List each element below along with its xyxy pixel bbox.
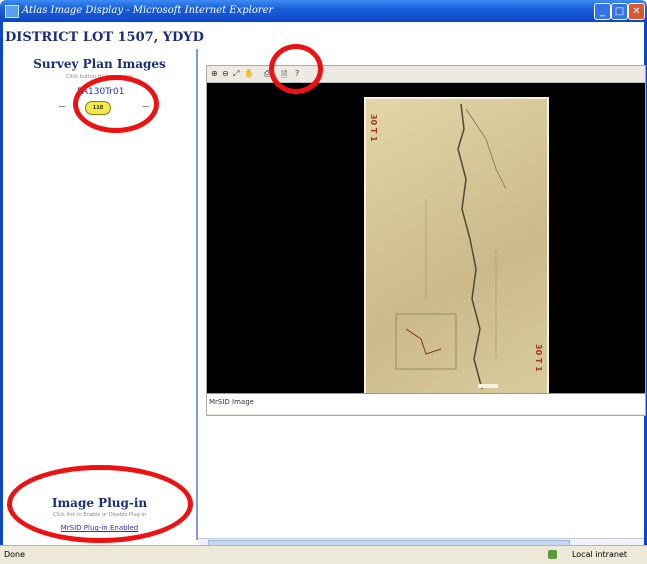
viewer-status-label: MrSID Image (209, 398, 254, 406)
image-viewer: ⊕ ⊖ ⤢ ✋ ⎙ 🗎 ? 30 T 1 30 T 1 MrSID Image (206, 65, 646, 416)
zoom-out-icon[interactable]: ⊖ (222, 69, 229, 78)
highlight-circle (7, 465, 193, 543)
image-canvas[interactable]: 30 T 1 30 T 1 (207, 83, 645, 396)
page-title: DISTRICT LOT 1507, YDYD (5, 30, 204, 45)
highlight-circle (73, 75, 159, 133)
page-header: DISTRICT LOT 1507, YDYD (3, 22, 644, 50)
ie-app-icon (5, 5, 19, 18)
map-label: 30 T 1 (534, 344, 543, 372)
survey-plan-image: 30 T 1 30 T 1 (364, 97, 549, 396)
left-pane: Survey Plan Images Click button to view … (3, 49, 198, 543)
survey-plan-title: Survey Plan Images (33, 57, 166, 71)
window-titlebar: Atlas Image Display - Microsoft Internet… (0, 0, 647, 22)
window-title: Atlas Image Display - Microsoft Internet… (22, 5, 274, 16)
zoom-in-icon[interactable]: ⊕ (211, 69, 218, 78)
status-zone: Local intranet (571, 550, 627, 559)
close-button[interactable]: ✕ (628, 3, 645, 20)
status-bar: Done Local intranet (0, 545, 647, 564)
divider (59, 106, 65, 107)
minimize-button[interactable]: _ (594, 3, 611, 20)
status-done: Done (4, 550, 26, 559)
maximize-button[interactable]: □ (611, 3, 628, 20)
pan-hand-icon[interactable]: ✋ (244, 69, 254, 78)
highlight-circle (269, 44, 323, 94)
viewer-pane: ⊕ ⊖ ⤢ ✋ ⎙ 🗎 ? 30 T 1 30 T 1 MrSID Image (198, 44, 646, 540)
fit-icon[interactable]: ⤢ (233, 69, 239, 79)
map-label: 30 T 1 (369, 114, 378, 142)
viewer-status: MrSID Image (207, 393, 645, 414)
intranet-icon (548, 550, 557, 559)
